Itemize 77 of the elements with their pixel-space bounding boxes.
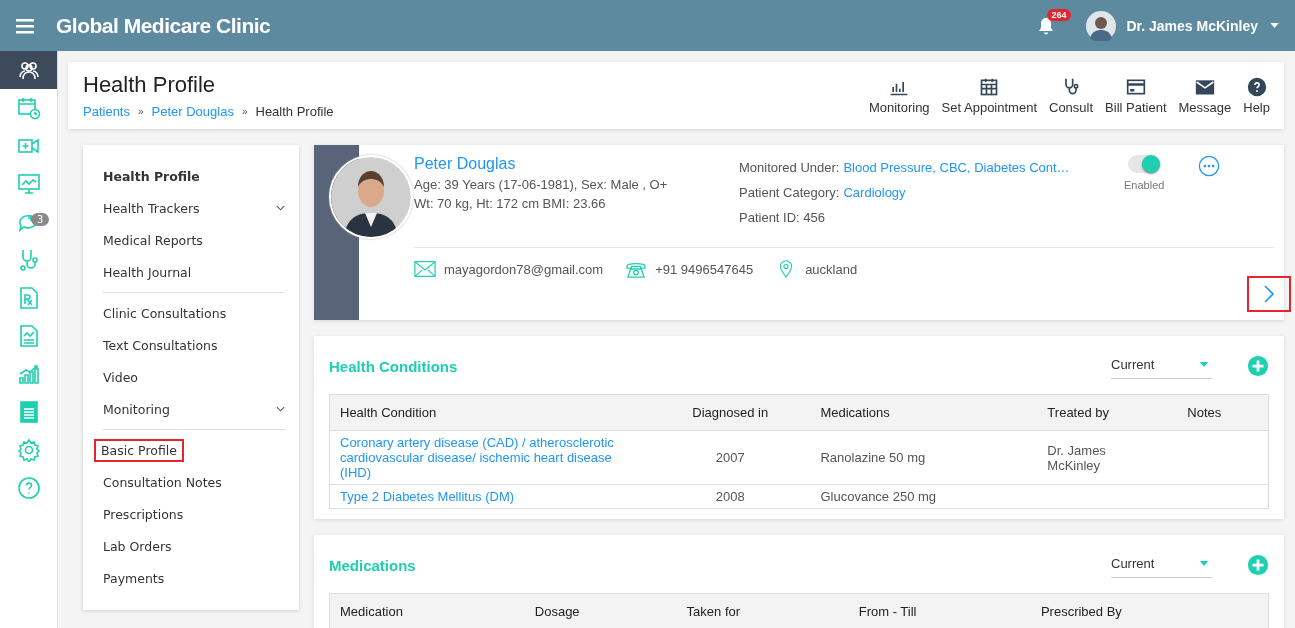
menu-item[interactable]: Lab Orders <box>103 536 172 556</box>
menu-item[interactable]: Consultation Notes <box>103 472 222 492</box>
fact-label: Patient Category: <box>739 185 840 200</box>
chevron-icon[interactable] <box>276 205 285 211</box>
chevron-right-icon <box>1264 285 1274 303</box>
phone-icon <box>625 260 648 278</box>
add-icon[interactable] <box>1247 355 1269 377</box>
toolbar-button[interactable]: Set Appointment <box>941 76 1037 115</box>
menu-item[interactable]: Text Consultations <box>103 335 218 355</box>
menu-item[interactable]: Monitoring <box>103 399 170 419</box>
toggle-label: Enabled <box>1124 179 1165 191</box>
breadcrumb-current: Health Profile <box>255 104 334 119</box>
contact-text: auckland <box>805 261 858 277</box>
fact-label: Patient ID: 456 <box>739 210 825 225</box>
section-title: Health Conditions <box>329 357 458 375</box>
filter-dropdown[interactable]: Current <box>1111 552 1212 578</box>
app-title: Global Medicare Clinic <box>56 13 271 38</box>
column-header: From - Till <box>848 593 1031 628</box>
growth-icon <box>16 362 41 386</box>
chevron-icon[interactable] <box>276 406 285 412</box>
page-title: Health Profile <box>83 72 217 98</box>
column-header: Medication <box>329 593 525 628</box>
contact-text: mayagordon78@gmail.com <box>444 261 604 277</box>
toolbar-button[interactable]: Help <box>1243 76 1270 115</box>
breadcrumb-separator: » <box>241 106 248 117</box>
menu-item[interactable]: Basic Profile <box>96 440 182 460</box>
fact-label: Monitored Under: <box>739 160 840 175</box>
column-header: Taken for <box>676 593 849 628</box>
toggle-switch[interactable] <box>1128 155 1161 173</box>
notification-badge: 264 <box>1047 8 1071 21</box>
table-cell-text: Glucovance 250 mg <box>820 489 938 504</box>
menu-item[interactable]: Prescriptions <box>103 504 184 524</box>
toolbar-button[interactable]: Bill Patient <box>1105 76 1167 115</box>
menu-item[interactable]: Medical Reports <box>103 230 203 250</box>
patient-measurements: Wt: 70 kg, Ht: 172 cm BMI: 23.66 <box>414 196 607 211</box>
more-icon[interactable] <box>1198 155 1221 177</box>
filter-dropdown[interactable]: Current <box>1111 353 1212 379</box>
column-header: Diagnosed in <box>650 394 811 431</box>
breadcrumb-separator: » <box>138 106 144 117</box>
user-name[interactable]: Dr. James McKinley <box>1126 17 1258 34</box>
menu-item[interactable]: Health Trackers <box>103 198 200 218</box>
table-cell-text: 2008 <box>714 489 746 504</box>
envelope-icon <box>414 260 436 278</box>
table-cell-text: 2007 <box>714 450 746 465</box>
add-icon[interactable] <box>1247 554 1269 576</box>
patient-details: Age: 39 Years (17-06-1981), Sex: Male , O+ <box>414 177 669 192</box>
help-icon <box>16 476 41 500</box>
table-cell-text: Ranolazine 50 mg <box>820 450 927 465</box>
contact-text: +91 9496547645 <box>655 261 754 277</box>
toolbar-button[interactable]: Message <box>1178 76 1232 115</box>
menu-item[interactable]: Payments <box>103 568 165 588</box>
toolbar-button[interactable]: Consult <box>1049 76 1094 115</box>
monitor-icon <box>16 172 41 196</box>
menu-icon[interactable] <box>16 17 34 34</box>
menu-item[interactable]: Video <box>103 367 139 387</box>
settings-icon <box>16 438 41 462</box>
column-header: Dosage <box>524 593 677 628</box>
section-title: Medications <box>329 556 416 574</box>
toolbar-button[interactable]: Monitoring <box>868 76 930 115</box>
count-badge: 3 <box>31 213 50 226</box>
column-header: Prescribed By <box>1030 593 1269 628</box>
menu-item[interactable]: Health Profile <box>103 166 200 186</box>
column-header: Medications <box>810 394 1038 431</box>
help-icon <box>1245 76 1268 97</box>
table-cell-text: Dr. James McKinley <box>1047 442 1107 473</box>
column-header: Notes <box>1177 394 1269 431</box>
avatar[interactable] <box>1086 10 1117 41</box>
caret-icon[interactable] <box>1270 23 1279 28</box>
column-header: Health Condition <box>329 394 650 431</box>
rail-item[interactable] <box>0 51 57 89</box>
caret-icon <box>1199 561 1209 566</box>
next-button[interactable] <box>1249 278 1289 310</box>
menu-item[interactable]: Health Journal <box>103 262 192 282</box>
calendar-icon <box>16 96 41 120</box>
menu-item[interactable]: Clinic Consultations <box>103 303 227 323</box>
caret-icon <box>1199 362 1209 367</box>
column-header: Treated by <box>1037 394 1178 431</box>
